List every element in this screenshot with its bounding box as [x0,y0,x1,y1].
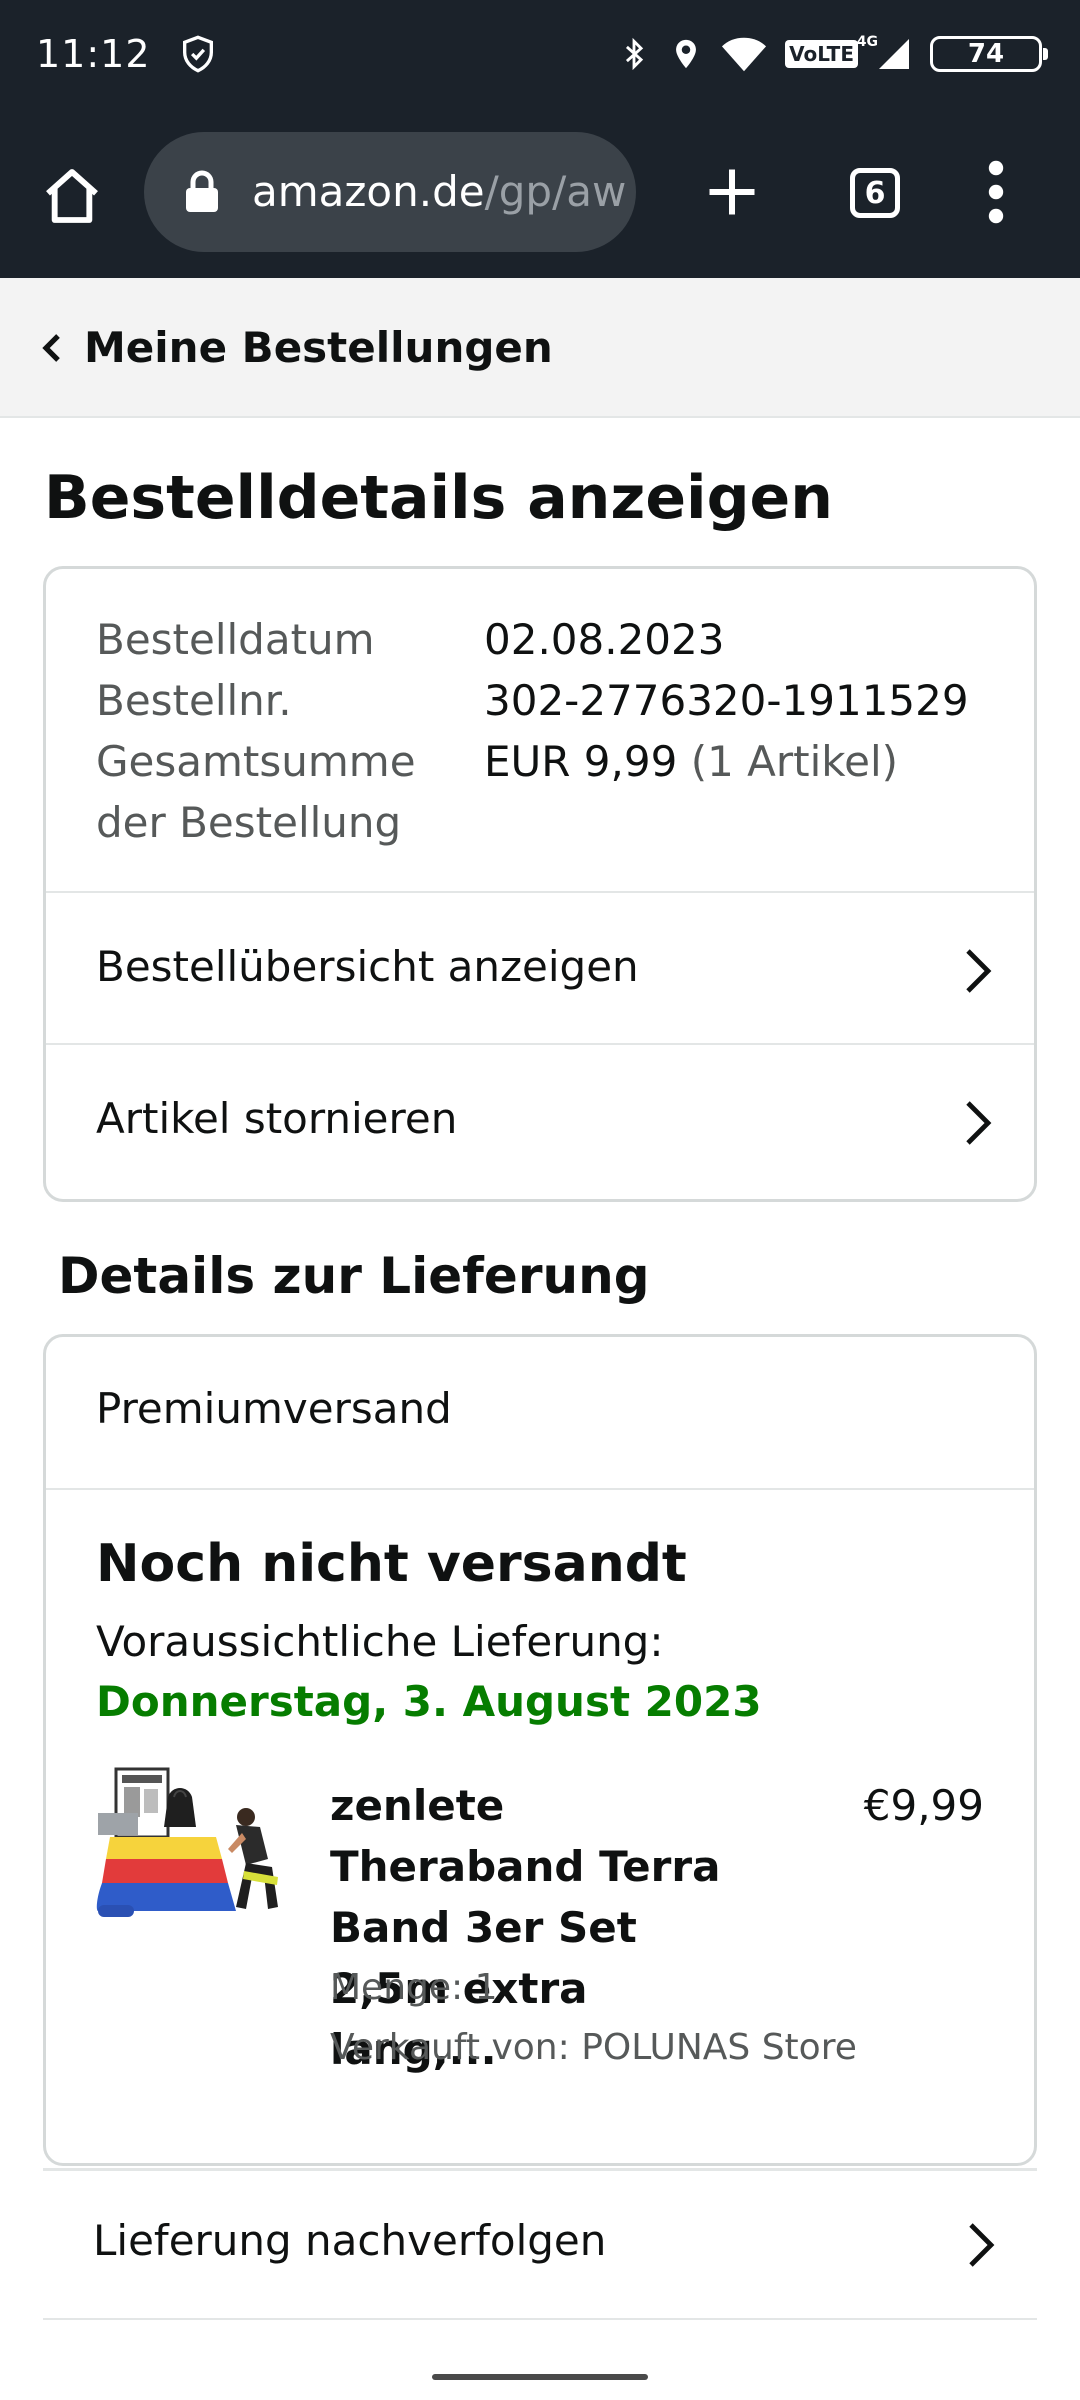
product-quantity: Menge: 1 [330,1967,498,2008]
view-invoice-label: Bestellübersicht anzeigen [96,942,639,991]
product-thumbnail[interactable] [96,1767,288,1929]
plus-icon[interactable] [702,162,762,222]
bluetooth-icon [626,37,644,71]
delivery-section-title: Details zur Lieferung [58,1247,650,1305]
order-date-value: 02.08.2023 [484,615,725,664]
track-package-link[interactable]: Lieferung nachverfolgen [43,2168,1037,2320]
chevron-right-icon [969,2223,995,2267]
cancel-items-label: Artikel stornieren [96,1094,458,1143]
battery-icon: 74 [930,36,1048,72]
order-total-label: Gesamtsumme [96,737,416,786]
divider [46,1488,1034,1490]
expected-delivery-label: Voraussichtliche Lieferung: [96,1617,664,1666]
track-package-label: Lieferung nachverfolgen [93,2216,607,2265]
shipping-type: Premiumversand [96,1384,452,1433]
tab-switcher-button[interactable]: 6 [850,168,900,218]
status-time: 11:12 [36,32,151,76]
gesture-bar [432,2374,648,2380]
order-item-count: (1 Artikel) [690,737,899,786]
status-icons: VoLTE 4G 74 [617,30,1048,78]
back-to-orders-link[interactable]: Meine Bestellungen [0,278,1080,418]
order-total-value: EUR 9,99 (1 Artikel) [484,731,898,792]
chevron-right-icon [966,1101,992,1145]
wifi-icon [722,37,767,72]
expected-delivery-date: Donnerstag, 3. August 2023 [96,1677,762,1726]
tab-count: 6 [864,175,886,211]
order-date-label: Bestelldatum [96,615,375,664]
product-seller: Verkauft von: POLUNAS Store [330,2027,857,2068]
delivery-card: Premiumversand Noch nicht versandt Vorau… [43,1334,1037,2166]
more-vert-icon[interactable] [976,160,1016,224]
shipment-status: Noch nicht versandt [96,1534,687,1594]
signal-icon [879,39,909,69]
url-host: amazon.de [252,167,485,216]
back-label: Meine Bestellungen [84,323,553,372]
order-summary-card: Bestelldatum 02.08.2023 Bestellnr. 302-2… [43,566,1037,1202]
battery-level: 74 [967,39,1005,69]
location-icon [676,39,697,69]
chevron-right-icon [966,949,992,993]
order-number-value: 302-2776320-1911529 [484,676,969,725]
shield-check-icon [183,35,213,73]
order-total-amount: EUR 9,99 [484,737,678,786]
url-path: /gp/aw [484,167,627,216]
url-text: amazon.de/gp/aw [252,165,626,219]
browser-toolbar: amazon.de/gp/aw 6 [0,110,1080,278]
lock-icon [186,170,218,212]
url-bar[interactable]: amazon.de/gp/aw [144,132,636,252]
cancel-items-link[interactable]: Artikel stornieren [46,1043,1034,1199]
order-total-label-cont: der Bestellung [96,798,402,847]
page-title: Bestelldetails anzeigen [44,463,833,533]
chevron-left-icon [42,334,60,362]
view-invoice-link[interactable]: Bestellübersicht anzeigen [46,891,1034,1043]
status-bar: 11:12 VoLTE 4G 74 [0,0,1080,110]
home-icon[interactable] [40,164,104,228]
order-number-label: Bestellnr. [96,676,292,725]
network-gen: 4G [856,34,878,50]
product-price: €9,99 [863,1781,984,1830]
volte-badge: VoLTE 4G [785,34,878,68]
